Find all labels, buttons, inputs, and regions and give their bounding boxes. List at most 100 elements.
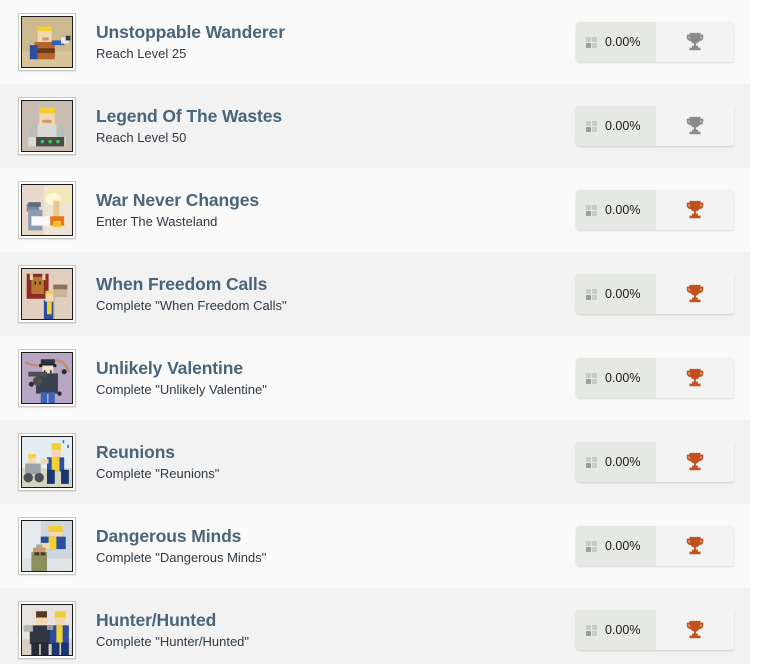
achievement-description: Complete "Reunions" <box>96 465 220 481</box>
trophy-icon <box>684 31 706 53</box>
achievement-trophy-cell[interactable] <box>656 610 734 650</box>
achievement-trophy-cell[interactable] <box>656 274 734 314</box>
achievement-title: When Freedom Calls <box>96 273 268 294</box>
achievement-thumbnail <box>18 13 76 71</box>
achievement-description: Reach Level 50 <box>96 129 187 145</box>
achievement-stats-box: 0.00% <box>576 274 734 314</box>
achievement-meta: 0.00% <box>576 358 734 398</box>
grid-dots-icon <box>586 456 597 468</box>
achievement-text: Legend Of The Wastes Reach Level 50 <box>76 106 576 146</box>
achievement-text: Unstoppable Wanderer Reach Level 25 <box>76 22 576 62</box>
achievement-thumbnail <box>18 265 76 323</box>
achievement-art-chasing-baby-cart <box>21 436 73 488</box>
achievement-trophy-cell[interactable] <box>656 22 734 62</box>
achievement-trophy-cell[interactable] <box>656 442 734 482</box>
achievement-progress-cell[interactable]: 0.00% <box>576 442 656 482</box>
achievement-text: Reunions Complete "Reunions" <box>76 442 576 482</box>
trophy-icon <box>684 535 706 557</box>
achievement-description: Complete "When Freedom Calls" <box>96 297 287 313</box>
achievement-row[interactable]: War Never Changes Enter The Wasteland 0.00… <box>0 168 750 252</box>
achievement-meta: 0.00% <box>576 610 734 650</box>
achievement-thumbnail <box>18 601 76 659</box>
achievement-meta: 0.00% <box>576 106 734 146</box>
achievement-title: Unstoppable Wanderer <box>96 21 285 42</box>
grid-dots-icon <box>586 540 597 552</box>
achievement-trophy-cell[interactable] <box>656 526 734 566</box>
achievement-art-newsreader-explosion <box>21 184 73 236</box>
achievement-art-two-figures-guns <box>21 604 73 656</box>
trophy-icon <box>684 283 706 305</box>
achievement-percent: 0.00% <box>605 287 641 301</box>
achievement-art-vault-boy-pistol <box>21 16 73 68</box>
achievement-thumbnail <box>18 349 76 407</box>
achievement-progress-cell[interactable]: 0.00% <box>576 190 656 230</box>
achievement-title: War Never Changes <box>96 189 259 210</box>
achievement-progress-cell[interactable]: 0.00% <box>576 358 656 398</box>
grid-dots-icon <box>586 624 597 636</box>
achievement-percent: 0.00% <box>605 623 641 637</box>
achievement-title: Hunter/Hunted <box>96 609 217 630</box>
achievement-thumbnail <box>18 517 76 575</box>
achievement-meta: 0.00% <box>576 526 734 566</box>
achievement-meta: 0.00% <box>576 190 734 230</box>
achievement-percent: 0.00% <box>605 455 641 469</box>
achievement-progress-cell[interactable]: 0.00% <box>576 22 656 62</box>
achievement-meta: 0.00% <box>576 274 734 314</box>
achievement-percent: 0.00% <box>605 371 641 385</box>
grid-dots-icon <box>586 372 597 384</box>
achievement-art-vault-boy-power-armor <box>21 100 73 152</box>
achievement-description: Reach Level 25 <box>96 45 187 61</box>
grid-dots-icon <box>586 36 597 48</box>
achievement-progress-cell[interactable]: 0.00% <box>576 274 656 314</box>
achievement-stats-box: 0.00% <box>576 106 734 146</box>
achievement-art-mounted-deathclaw-head <box>21 268 73 320</box>
achievement-stats-box: 0.00% <box>576 526 734 566</box>
trophy-icon <box>684 619 706 641</box>
achievement-row[interactable]: Unlikely Valentine Complete "Unlikely Val… <box>0 336 750 420</box>
achievement-text: Unlikely Valentine Complete "Unlikely Val… <box>76 358 576 398</box>
achievements-list: Unstoppable Wanderer Reach Level 25 0.00% L… <box>0 0 750 664</box>
achievement-text: Hunter/Hunted Complete "Hunter/Hunted" <box>76 610 576 650</box>
achievement-text: Dangerous Minds Complete "Dangerous Minds… <box>76 526 576 566</box>
achievement-thumbnail <box>18 181 76 239</box>
achievement-art-brain-scan-head <box>21 520 73 572</box>
achievement-title: Unlikely Valentine <box>96 357 244 378</box>
achievement-progress-cell[interactable]: 0.00% <box>576 610 656 650</box>
achievement-percent: 0.00% <box>605 35 641 49</box>
achievement-progress-cell[interactable]: 0.00% <box>576 526 656 566</box>
achievement-percent: 0.00% <box>605 539 641 553</box>
achievement-percent: 0.00% <box>605 203 641 217</box>
achievement-art-detective-tommy-gun <box>21 352 73 404</box>
achievement-row[interactable]: Dangerous Minds Complete "Dangerous Minds… <box>0 504 750 588</box>
grid-dots-icon <box>586 120 597 132</box>
achievement-title: Reunions <box>96 441 175 462</box>
grid-dots-icon <box>586 288 597 300</box>
achievement-meta: 0.00% <box>576 442 734 482</box>
achievements-page: Unstoppable Wanderer Reach Level 25 0.00% L… <box>0 0 772 664</box>
trophy-icon <box>684 451 706 473</box>
achievement-description: Complete "Hunter/Hunted" <box>96 633 250 649</box>
achievement-row[interactable]: Hunter/Hunted Complete "Hunter/Hunted" 0.0… <box>0 588 750 664</box>
achievement-percent: 0.00% <box>605 119 641 133</box>
achievement-stats-box: 0.00% <box>576 442 734 482</box>
achievement-text: When Freedom Calls Complete "When Freedom… <box>76 274 576 314</box>
achievement-text: War Never Changes Enter The Wasteland <box>76 190 576 230</box>
achievement-trophy-cell[interactable] <box>656 106 734 146</box>
achievement-thumbnail <box>18 97 76 155</box>
trophy-icon <box>684 115 706 137</box>
achievement-description: Complete "Unlikely Valentine" <box>96 381 267 397</box>
achievement-stats-box: 0.00% <box>576 22 734 62</box>
achievement-trophy-cell[interactable] <box>656 358 734 398</box>
achievement-row[interactable]: Reunions Complete "Reunions" 0.00% <box>0 420 750 504</box>
achievement-description: Complete "Dangerous Minds" <box>96 549 267 565</box>
trophy-icon <box>684 199 706 221</box>
achievement-thumbnail <box>18 433 76 491</box>
achievement-row[interactable]: Legend Of The Wastes Reach Level 50 0.00% <box>0 84 750 168</box>
achievement-row[interactable]: When Freedom Calls Complete "When Freedom… <box>0 252 750 336</box>
achievement-row[interactable]: Unstoppable Wanderer Reach Level 25 0.00% <box>0 0 750 84</box>
achievement-title: Legend Of The Wastes <box>96 105 282 126</box>
achievement-trophy-cell[interactable] <box>656 190 734 230</box>
achievement-stats-box: 0.00% <box>576 358 734 398</box>
grid-dots-icon <box>586 204 597 216</box>
achievement-progress-cell[interactable]: 0.00% <box>576 106 656 146</box>
